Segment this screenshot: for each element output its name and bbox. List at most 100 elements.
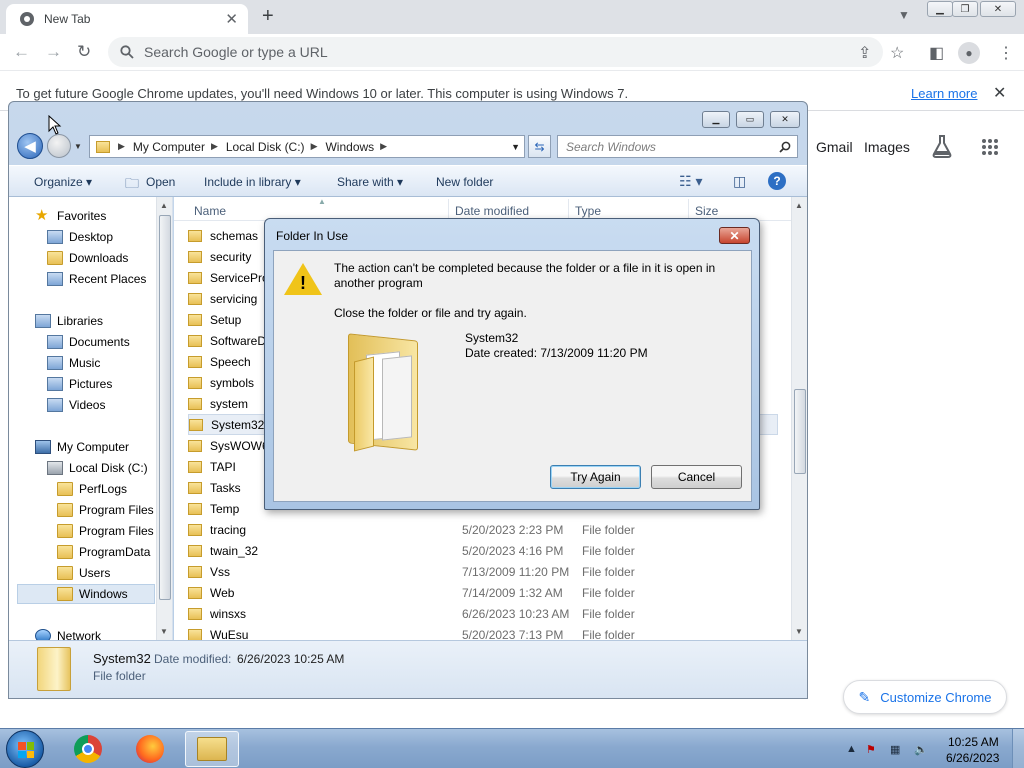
menu-kebab-icon[interactable]: ⋮ [998,43,1014,63]
gmail-link[interactable]: Gmail [816,139,853,155]
nav-documents[interactable]: Documents [47,332,130,352]
omnibox[interactable] [108,37,883,67]
start-button[interactable] [6,730,44,768]
volume-muted-icon[interactable]: 🔈 [914,743,928,756]
file-row[interactable]: Vss 7/13/2009 11:20 PM File folder [188,561,778,582]
explorer-search-box[interactable] [557,135,798,158]
customize-chrome-button[interactable]: ✎ Customize Chrome [843,680,1007,714]
explorer-forward-button[interactable] [47,134,71,158]
omnibox-input[interactable] [144,44,744,60]
nav-my-computer[interactable]: My Computer [35,437,129,457]
breadcrumb-my-computer[interactable]: My Computer [133,140,205,154]
share-icon[interactable]: ⇪ [858,43,871,63]
column-type[interactable]: Type [575,204,601,218]
include-in-library-menu[interactable]: Include in library ▾ [204,175,301,189]
file-list-scrollbar[interactable]: ▲ ▼ [791,197,807,640]
nav-label: Users [79,566,111,580]
action-center-icon[interactable]: ⚑ [866,743,876,756]
share-with-menu[interactable]: Share with ▾ [337,175,403,189]
bookmark-star-icon[interactable]: ☆ [890,43,904,63]
breadcrumb-local-disk[interactable]: Local Disk (C:) [226,140,305,154]
new-tab-button[interactable]: + [262,5,274,28]
nav-local-disk[interactable]: Local Disk (C:) [47,458,148,478]
file-row[interactable]: tracing 5/20/2023 2:23 PM File folder [188,519,778,540]
nav-videos[interactable]: Videos [47,395,105,415]
nav-network[interactable]: Network [35,626,101,640]
breadcrumb-windows[interactable]: Windows [325,140,374,154]
taskbar-firefox[interactable] [123,731,177,767]
view-options-icon[interactable]: ☷ ▾ [679,173,702,190]
nav-pictures[interactable]: Pictures [47,374,112,394]
explorer-search-input[interactable] [566,139,766,154]
column-date-modified[interactable]: Date modified [455,204,529,218]
tab-search-chevron-icon[interactable]: ▼ [898,8,910,22]
open-button[interactable]: Open [146,175,175,189]
nav-windows[interactable]: Windows [17,584,155,604]
scroll-up-arrow-icon[interactable]: ▲ [160,201,168,210]
refresh-button[interactable]: ⇆ [528,135,551,158]
taskbar-chrome[interactable] [61,731,115,767]
new-folder-button[interactable]: New folder [436,175,493,189]
show-hidden-icons-icon[interactable]: ▲ [846,743,857,755]
network-status-icon[interactable]: ▦ [890,743,900,756]
cancel-button[interactable]: Cancel [651,465,742,489]
clock-date[interactable]: 6/26/2023 [946,751,999,765]
explorer-maximize-button[interactable]: ▭ [736,111,764,128]
explorer-back-button[interactable]: ◀ [17,133,43,159]
close-infobar-icon[interactable]: ✕ [993,83,1006,103]
scroll-up-arrow-icon[interactable]: ▲ [795,201,803,210]
nav-scroll-thumb[interactable] [159,215,171,600]
organize-menu[interactable]: Organize ▾ [34,175,92,189]
explorer-minimize-button[interactable]: ▁ [702,111,730,128]
try-again-button[interactable]: Try Again [550,465,641,489]
nav-program-files[interactable]: Program Files [57,500,154,520]
close-tab-icon[interactable]: ✕ [225,10,238,28]
address-dropdown-icon[interactable]: ▼ [511,142,520,152]
nav-program-files-x86[interactable]: Program Files ( [57,521,161,541]
show-desktop-button[interactable] [1012,729,1024,768]
file-row[interactable]: winsxs 6/26/2023 10:23 AM File folder [188,603,778,624]
tab-new-tab[interactable]: New Tab ✕ [6,4,248,34]
nav-perflogs[interactable]: PerfLogs [57,479,127,499]
preview-pane-icon[interactable]: ◫ [733,173,746,190]
reload-icon[interactable]: ↻ [77,42,91,62]
music-icon [47,356,63,370]
file-row[interactable]: twain_32 5/20/2023 4:16 PM File folder [188,540,778,561]
address-bar[interactable]: ▶ My Computer ▶ Local Disk (C:) ▶ Window… [89,135,525,158]
nav-music[interactable]: Music [47,353,100,373]
nav-downloads[interactable]: Downloads [47,248,128,268]
close-window-button[interactable]: ✕ [980,1,1016,17]
file-row[interactable]: Web 7/14/2009 1:32 AM File folder [188,582,778,603]
back-arrow-icon[interactable]: ← [13,42,30,62]
recent-pages-chevron-icon[interactable]: ▼ [74,142,82,151]
column-name[interactable]: Name [194,204,226,218]
dialog-title: Folder In Use [276,229,349,243]
learn-more-link[interactable]: Learn more [911,86,977,101]
help-icon[interactable]: ? [768,172,786,190]
nav-libraries[interactable]: Libraries [35,311,103,331]
minimize-button[interactable]: ▁ [927,1,953,17]
file-row[interactable]: WuEsu 5/20/2023 7:13 PM File folder [188,624,778,640]
scroll-down-arrow-icon[interactable]: ▼ [160,627,168,636]
restore-button[interactable]: ❐ [952,1,978,17]
labs-flask-icon[interactable] [931,134,953,158]
nav-desktop[interactable]: Desktop [47,227,113,247]
apps-grid-icon[interactable] [981,138,999,156]
file-scroll-thumb[interactable] [794,389,806,474]
forward-arrow-icon[interactable]: → [45,42,62,62]
profile-avatar-icon[interactable]: ● [958,42,980,64]
explorer-close-button[interactable]: ✕ [770,111,800,128]
file-name: WuEsu [210,627,249,641]
side-panel-icon[interactable]: ◧ [929,43,944,63]
nav-programdata[interactable]: ProgramData [57,542,150,562]
nav-users[interactable]: Users [57,563,110,583]
nav-favorites[interactable]: ★ Favorites [35,206,106,226]
scroll-down-arrow-icon[interactable]: ▼ [795,627,803,636]
taskbar-explorer[interactable] [185,731,239,767]
clock-time[interactable]: 10:25 AM [948,735,999,749]
nav-recent-places[interactable]: Recent Places [47,269,146,289]
images-link[interactable]: Images [864,139,910,155]
column-size[interactable]: Size [695,204,718,218]
nav-scrollbar[interactable]: ▲ ▼ [156,197,172,640]
dialog-close-button[interactable]: ✕ [719,227,750,244]
